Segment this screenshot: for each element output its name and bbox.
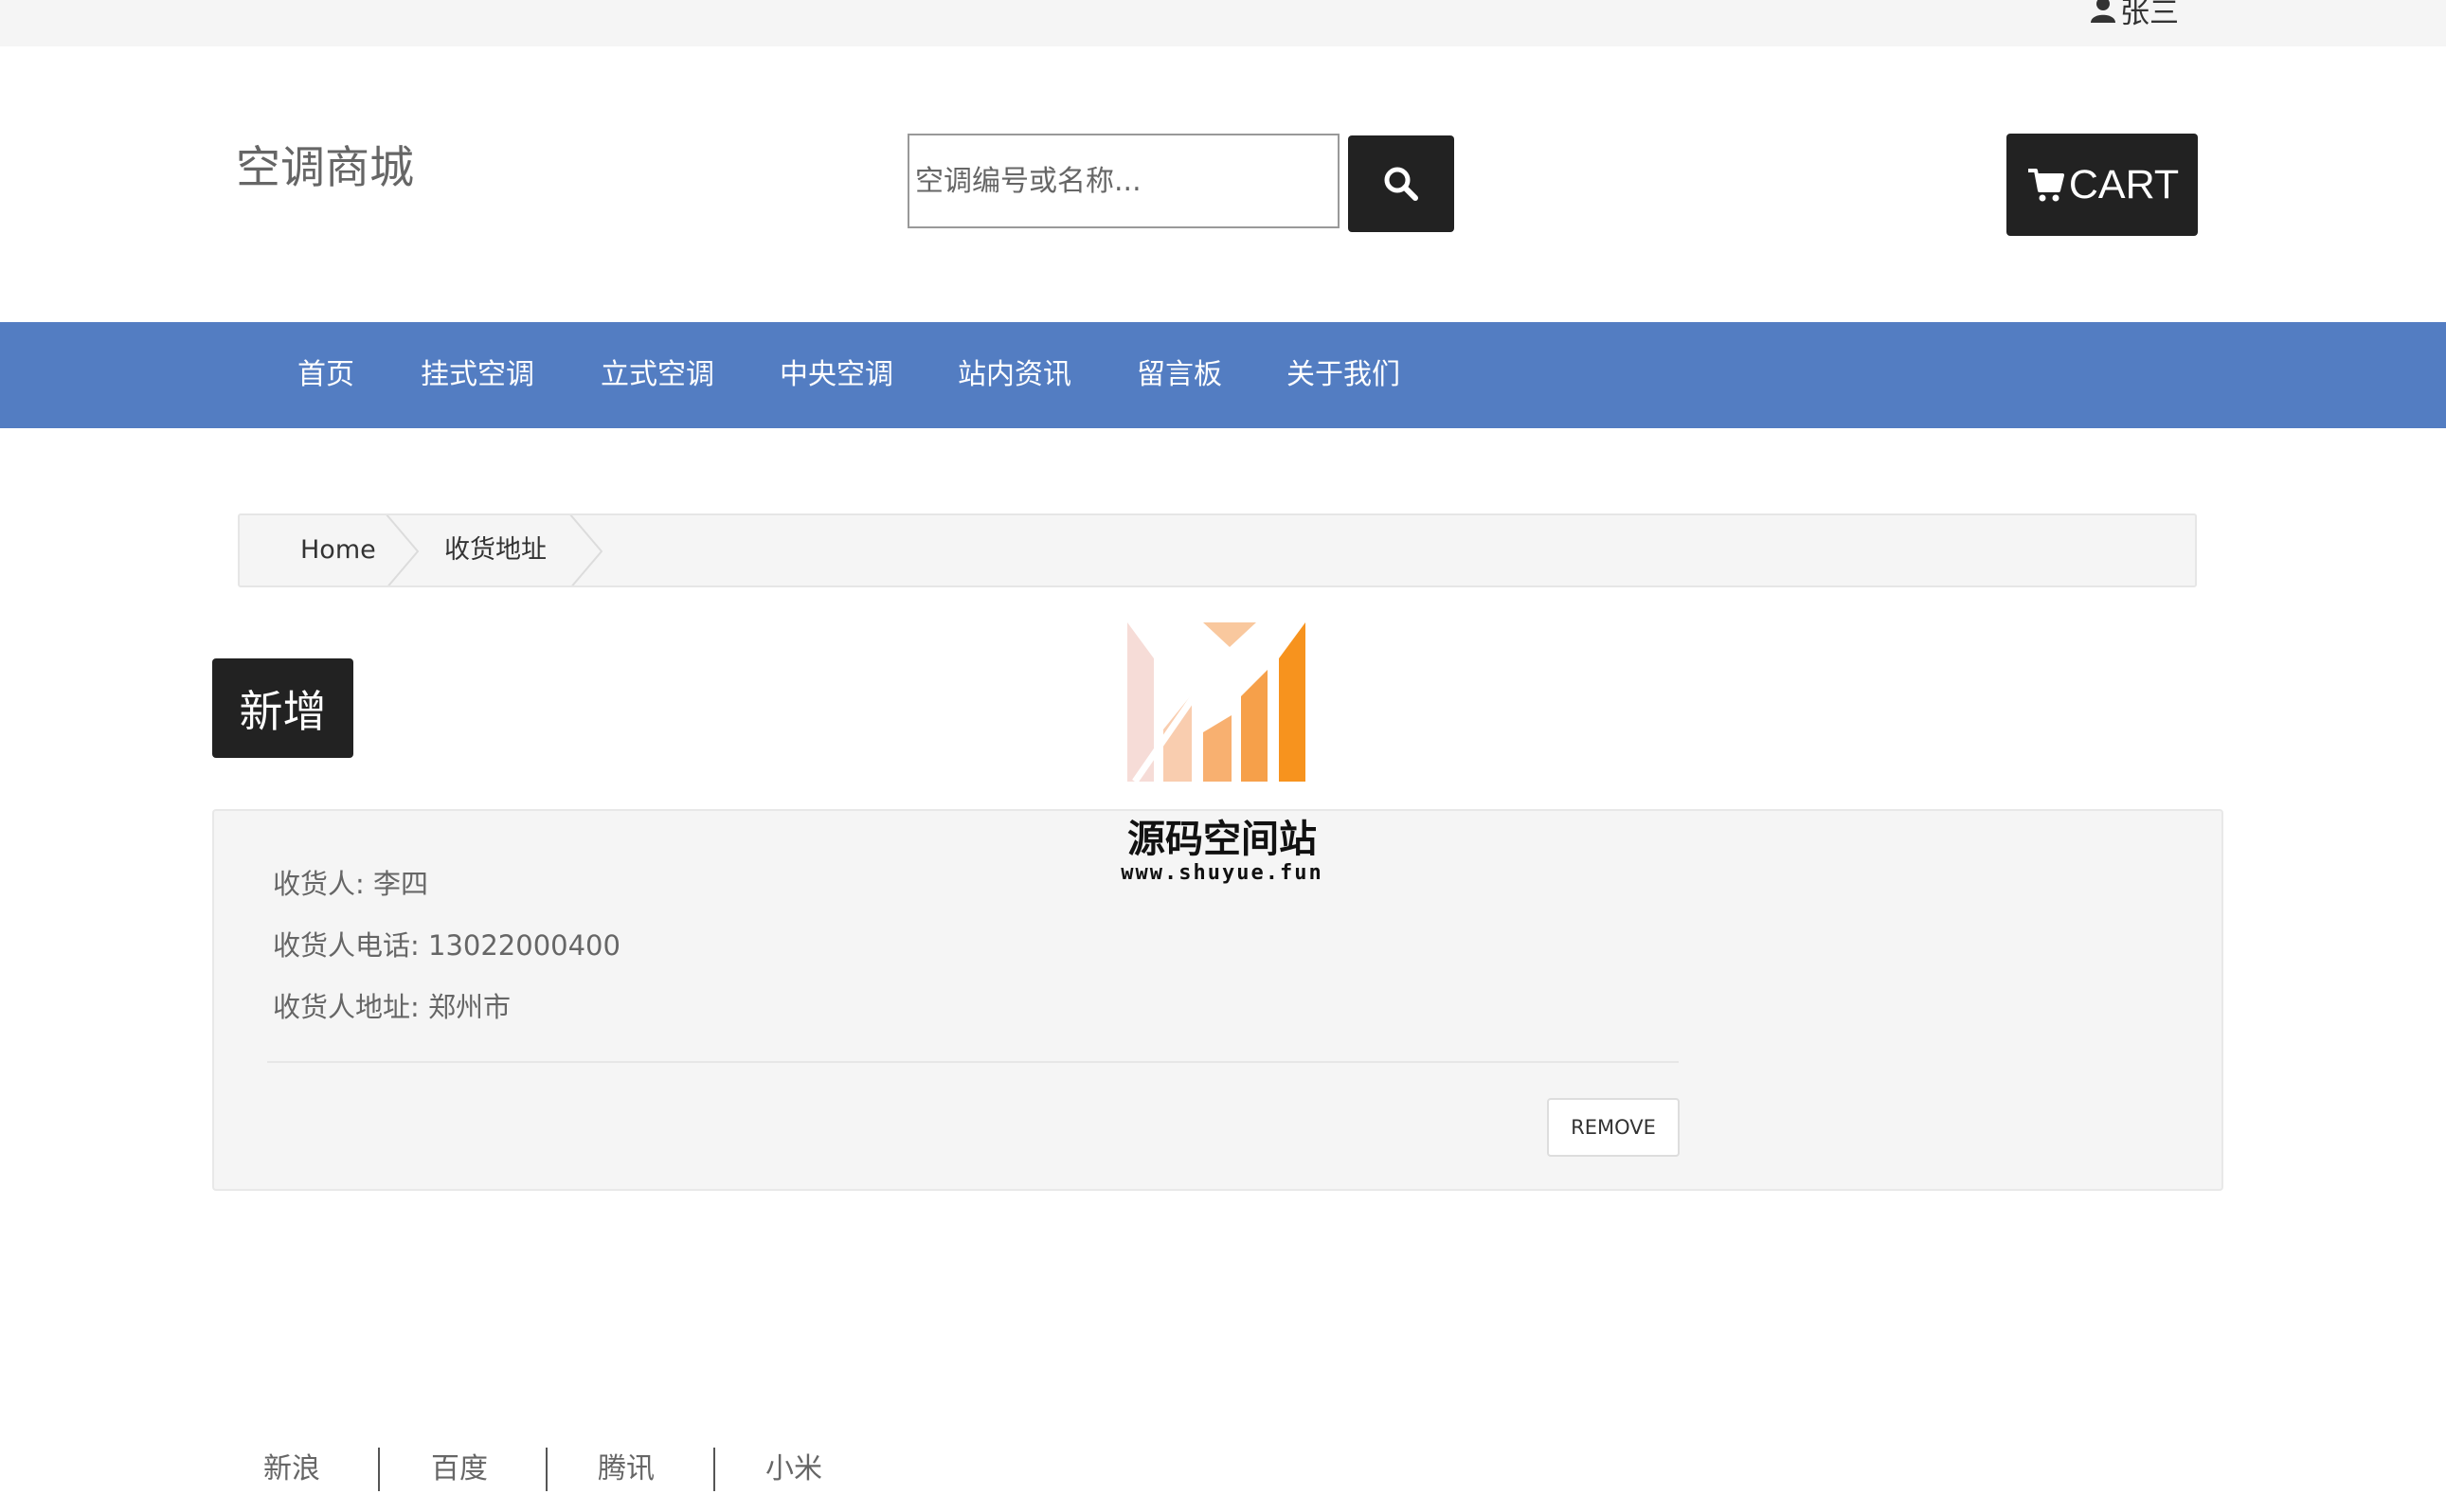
footer-link-xiaomi[interactable]: 小米	[765, 1448, 822, 1491]
cart-label: CART	[2068, 161, 2180, 207]
cart-icon	[2027, 169, 2064, 202]
nav-item-floor-ac[interactable]: 立式空调	[601, 322, 714, 428]
main-nav: 首页 挂式空调 立式空调 中央空调 站内资讯 留言板 关于我们	[0, 322, 2446, 428]
search-icon	[1384, 167, 1418, 201]
user-icon	[2091, 0, 2115, 23]
nav-item-message-board[interactable]: 留言板	[1137, 322, 1222, 428]
nav-item-about[interactable]: 关于我们	[1286, 322, 1400, 428]
top-bar: 张三	[0, 0, 2446, 46]
breadcrumb-home[interactable]: Home	[300, 515, 376, 585]
nav-item-wall-ac[interactable]: 挂式空调	[421, 322, 534, 428]
footer-separator	[713, 1448, 715, 1491]
cart-button[interactable]: CART	[2006, 134, 2198, 236]
watermark-title: 源码空间站	[1127, 818, 1317, 861]
breadcrumb-separator-icon	[386, 515, 420, 585]
recipient-phone: 收货人电话: 13022000400	[273, 929, 620, 962]
watermark-logo-icon	[1127, 622, 1305, 783]
footer-link-sina[interactable]: 新浪	[263, 1448, 320, 1491]
nav-item-home[interactable]: 首页	[297, 322, 354, 428]
recipient-address: 收货人地址: 郑州市	[273, 991, 511, 1023]
footer-link-baidu[interactable]: 百度	[431, 1448, 488, 1491]
search-input[interactable]	[908, 134, 1340, 228]
watermark-url: www.shuyue.fun	[1121, 861, 1323, 885]
divider	[267, 1061, 1679, 1063]
username: 张三	[2120, 0, 2179, 30]
breadcrumb-current: 收货地址	[444, 535, 547, 565]
footer-separator	[546, 1448, 548, 1491]
footer-separator	[378, 1448, 380, 1491]
search-button[interactable]	[1348, 135, 1454, 232]
recipient-name: 收货人: 李四	[273, 868, 428, 900]
add-address-button[interactable]: 新增	[212, 658, 353, 758]
nav-item-central-ac[interactable]: 中央空调	[780, 322, 893, 428]
site-logo[interactable]: 空调商城	[236, 131, 414, 196]
remove-button[interactable]: REMOVE	[1547, 1098, 1680, 1157]
nav-item-news[interactable]: 站内资讯	[958, 322, 1071, 428]
watermark: 源码空间站 www.shuyue.fun	[1108, 621, 1336, 895]
user-menu[interactable]: 张三	[2090, 0, 2179, 30]
footer-link-tencent[interactable]: 腾讯	[598, 1448, 655, 1491]
breadcrumb-separator-icon	[569, 515, 603, 585]
breadcrumb: Home 收货地址	[238, 513, 2197, 587]
